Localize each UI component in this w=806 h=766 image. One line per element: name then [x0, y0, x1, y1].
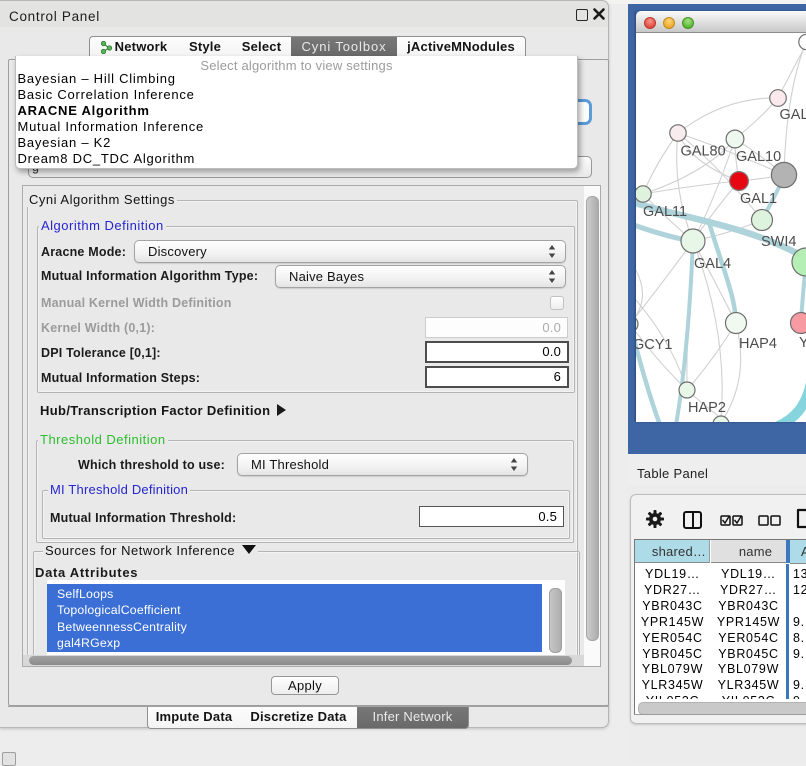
svg-text:GAL80: GAL80 — [681, 144, 726, 160]
svg-text:Y: Y — [799, 335, 806, 351]
svg-text:HAP2: HAP2 — [688, 400, 726, 416]
svg-text:GAL4: GAL4 — [694, 256, 731, 272]
svg-text:GAL10: GAL10 — [736, 149, 781, 165]
svg-text:HAP4: HAP4 — [739, 336, 777, 352]
svg-text:SWI4: SWI4 — [761, 234, 796, 250]
svg-text:GCY1: GCY1 — [636, 337, 673, 353]
svg-text:GAL7: GAL7 — [780, 107, 806, 123]
svg-text:GAL1: GAL1 — [740, 191, 777, 207]
svg-text:GAL11: GAL11 — [643, 204, 687, 220]
